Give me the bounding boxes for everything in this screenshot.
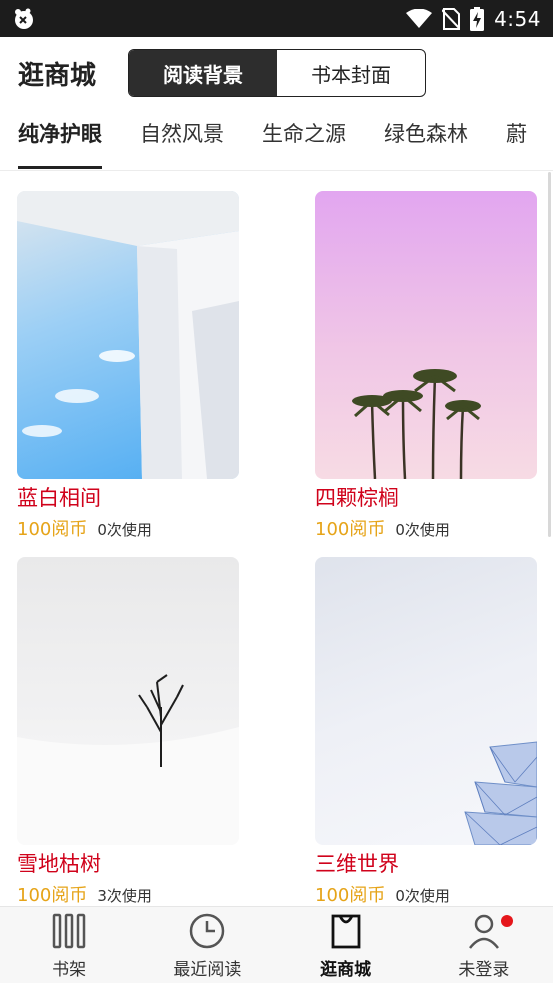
tab-partial[interactable]: 蔚 (506, 109, 527, 170)
notification-dot (501, 915, 513, 927)
segment-book-cover[interactable]: 书本封面 (277, 50, 425, 96)
background-grid: 蓝白相间 100阅币 0次使用 四颗棕榈 100阅币 0次使用 雪地枯树 100… (0, 172, 553, 906)
item-thumbnail[interactable] (17, 557, 239, 845)
thumbnail-image (17, 674, 239, 845)
list-item[interactable]: 三维世界 100阅币 0次使用 (315, 557, 537, 906)
item-price: 100阅币 (315, 885, 386, 906)
item-name: 三维世界 (315, 852, 399, 876)
nav-bookshelf-label: 书架 (52, 959, 87, 980)
status-time: 4:54 (494, 6, 541, 31)
thumbnail-image (464, 741, 537, 845)
battery-charging-icon (470, 6, 485, 31)
item-thumbnail[interactable] (17, 191, 239, 479)
item-price: 100阅币 (315, 519, 386, 540)
tab-natural-scenery[interactable]: 自然风景 (140, 109, 224, 170)
list-item[interactable]: 雪地枯树 100阅币 3次使用 (17, 557, 239, 906)
tab-green-forest[interactable]: 绿色森林 (384, 109, 468, 170)
segmented-control: 阅读背景 书本封面 (128, 49, 426, 97)
no-sim-icon (442, 7, 461, 30)
nav-store-label: 逛商城 (320, 959, 372, 980)
nav-bookshelf[interactable]: 书架 (0, 907, 138, 983)
scrollbar[interactable] (548, 172, 551, 537)
item-usage: 3次使用 (97, 887, 152, 905)
item-usage: 0次使用 (97, 521, 152, 539)
category-tabs: 纯净护眼 自然风景 生命之源 绿色森林 蔚 (0, 109, 553, 171)
tab-pure-eye-care[interactable]: 纯净护眼 (18, 109, 102, 170)
user-icon (467, 911, 501, 951)
nav-store[interactable]: 逛商城 (277, 907, 415, 983)
item-usage: 0次使用 (395, 887, 450, 905)
thumbnail-image (17, 191, 239, 479)
nav-recent-reading-label: 最近阅读 (173, 959, 242, 980)
wifi-icon (406, 8, 433, 29)
item-price: 100阅币 (17, 519, 88, 540)
thumbnail-image (352, 369, 481, 479)
nav-recent-reading[interactable]: 最近阅读 (138, 907, 276, 983)
header: 逛商城 阅读背景 书本封面 (0, 37, 553, 109)
list-item[interactable]: 蓝白相间 100阅币 0次使用 (17, 191, 239, 541)
item-price: 100阅币 (17, 885, 88, 906)
app-icon (12, 7, 38, 31)
bookshelf-icon (52, 911, 86, 951)
item-thumbnail[interactable] (315, 191, 537, 479)
item-usage: 0次使用 (395, 521, 450, 539)
shopping-bag-icon (330, 911, 362, 951)
segment-reading-background[interactable]: 阅读背景 (129, 50, 277, 96)
status-bar: 4:54 (0, 0, 553, 37)
nav-account-label: 未登录 (458, 959, 510, 980)
tab-source-of-life[interactable]: 生命之源 (262, 109, 346, 170)
page-title: 逛商城 (18, 60, 97, 91)
nav-account[interactable]: 未登录 (415, 907, 553, 983)
item-name: 雪地枯树 (17, 852, 101, 876)
bottom-nav: 书架 最近阅读 逛商城 未登录 (0, 906, 553, 983)
clock-icon (188, 911, 226, 951)
item-thumbnail[interactable] (315, 557, 537, 845)
item-name: 四颗棕榈 (315, 486, 399, 510)
list-item[interactable]: 四颗棕榈 100阅币 0次使用 (315, 191, 537, 541)
item-name: 蓝白相间 (17, 486, 101, 510)
